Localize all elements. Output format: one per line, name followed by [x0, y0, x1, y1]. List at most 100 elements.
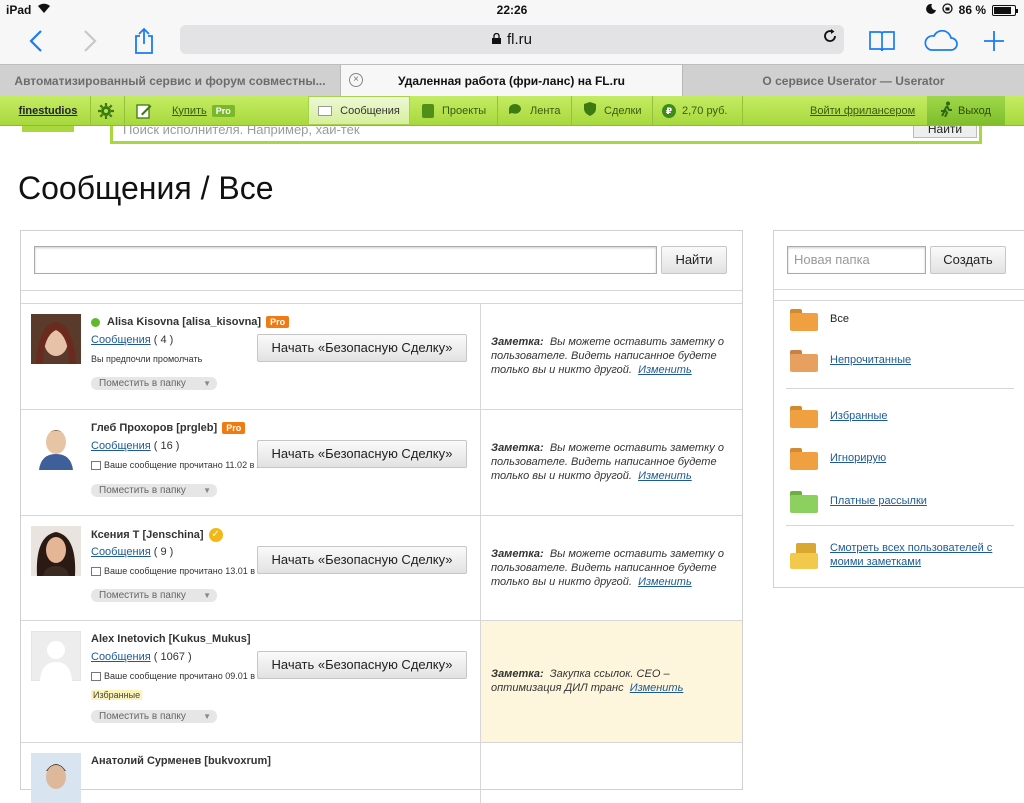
- status-text: Ваше сообщение прочитано 13.01 в 16:47: [104, 566, 281, 576]
- user-name[interactable]: Анатолий Сурменев [bukvoxrum]: [91, 755, 271, 767]
- nav-projects[interactable]: Проекты: [422, 96, 486, 125]
- nav-deals[interactable]: Сделки: [584, 96, 642, 125]
- balance[interactable]: ₽ 2,70 руб.: [662, 96, 727, 125]
- note-cell: Заметка: Вы можете оставить заметку о по…: [481, 516, 742, 620]
- move-to-folder-dropdown[interactable]: Поместить в папку ▼: [91, 484, 217, 497]
- ruble-icon: ₽: [662, 103, 676, 118]
- verified-check-icon: ✓: [208, 528, 223, 542]
- nav-messages[interactable]: Сообщения: [308, 96, 410, 125]
- buy-pro-link[interactable]: Купить Pro: [172, 96, 235, 125]
- messages-link[interactable]: Сообщения: [91, 440, 151, 452]
- message-row: Глеб Прохоров [prgleb] Pro Сообщения ( 1…: [21, 410, 742, 516]
- tab-2-active[interactable]: × Удаленная работа (фри-ланс) на FL.ru: [341, 65, 683, 97]
- messages-link[interactable]: Сообщения: [91, 546, 151, 558]
- move-to-folder-dropdown[interactable]: Поместить в папку ▼: [91, 710, 217, 723]
- safe-deal-button[interactable]: Начать «Безопасную Сделку»: [257, 546, 467, 574]
- back-button[interactable]: [18, 24, 54, 58]
- edit-note-link[interactable]: Изменить: [630, 682, 684, 694]
- balance-value: 2,70 руб.: [682, 104, 728, 117]
- avatar[interactable]: [31, 526, 81, 576]
- rotation-lock-icon: [941, 3, 953, 17]
- user-name[interactable]: Alisa Kisovna [alisa_kisovna] Pro: [91, 316, 290, 328]
- messages-link[interactable]: Сообщения: [91, 651, 151, 663]
- envelope-icon: [318, 105, 333, 116]
- site-toolbar: finestudios Купить Pro Сообщения Проекты…: [0, 96, 1024, 126]
- move-to-folder-dropdown[interactable]: Поместить в папку ▼: [91, 377, 217, 390]
- message-row: Alex Inetovich [Kukus_Mukus] Сообщения (…: [21, 621, 742, 743]
- note-label: Заметка:: [491, 442, 544, 454]
- freelancer-login-label: Войти фрилансером: [810, 104, 916, 117]
- folder-icon: [790, 307, 818, 331]
- status-text: Ваше сообщение прочитано 09.01 в 22:23: [104, 671, 281, 681]
- tab-3[interactable]: О сервисе Userator — Userator: [683, 65, 1024, 97]
- message-count: Сообщения ( 4 ): [91, 334, 173, 346]
- forward-button[interactable]: [72, 24, 108, 58]
- avatar[interactable]: [31, 753, 81, 803]
- icloud-tabs-button[interactable]: [920, 24, 962, 58]
- folder-favorites[interactable]: Избранные: [790, 404, 888, 428]
- messages-link[interactable]: Сообщения: [91, 334, 151, 346]
- pro-badge: Pro: [222, 422, 246, 434]
- note: Заметка: Закупка ссылок. СЕО – оптимизац…: [491, 667, 734, 695]
- note-cell: Заметка: Закупка ссылок. СЕО – оптимизац…: [481, 621, 742, 742]
- avatar[interactable]: [31, 314, 81, 364]
- folder-unread[interactable]: Непрочитанные: [790, 348, 911, 372]
- folder-all[interactable]: Все: [790, 307, 849, 331]
- count-text: ( 4 ): [153, 334, 174, 346]
- messages-panel: Найти Alisa Kisovna [alisa_kisovna] Pro …: [20, 230, 743, 803]
- freelancer-login-link[interactable]: Войти фрилансером: [810, 96, 915, 125]
- settings-gear-icon[interactable]: [98, 96, 116, 125]
- safe-deal-button[interactable]: Начать «Безопасную Сделку»: [257, 440, 467, 468]
- message-status: Вы предпочли промолчать: [91, 354, 202, 364]
- edit-note-link[interactable]: Изменить: [638, 576, 692, 588]
- avatar[interactable]: [31, 420, 81, 470]
- envelope-open-icon: [91, 671, 101, 681]
- folder-icon: [790, 404, 818, 428]
- user-name[interactable]: Ксения Т [Jenschina] ✓: [91, 528, 223, 542]
- message-row-main: Анатолий Сурменев [bukvoxrum]: [21, 743, 481, 803]
- battery-percent: 86 %: [958, 3, 986, 17]
- url-text: fl.ru: [506, 31, 532, 48]
- folder-tag: Избранные: [91, 690, 143, 700]
- close-tab-icon[interactable]: ×: [349, 73, 363, 87]
- edit-note-link[interactable]: Изменить: [638, 364, 692, 376]
- folder-select-label: Поместить в папку: [99, 711, 186, 722]
- new-folder-input[interactable]: Новая папка: [787, 246, 926, 274]
- note-cell: Заметка: Вы можете оставить заметку о по…: [481, 410, 742, 515]
- message-search-input[interactable]: [34, 246, 657, 274]
- new-tab-button[interactable]: [976, 24, 1012, 58]
- feed-icon: [508, 103, 522, 118]
- message-row: Анатолий Сурменев [bukvoxrum]: [21, 743, 742, 803]
- safe-deal-button[interactable]: Начать «Безопасную Сделку»: [257, 651, 467, 679]
- logout-button[interactable]: Выход: [927, 96, 1005, 125]
- nav-feed[interactable]: Лента: [508, 96, 560, 125]
- folder-paid-mailings[interactable]: Платные рассылки: [790, 489, 927, 513]
- avatar-placeholder[interactable]: [31, 631, 81, 681]
- user-name[interactable]: Глеб Прохоров [prgleb] Pro: [91, 422, 246, 434]
- create-folder-button[interactable]: Создать: [930, 246, 1006, 274]
- buy-label: Купить: [172, 104, 207, 117]
- message-search-button[interactable]: Найти: [661, 246, 727, 274]
- edit-note-link[interactable]: Изменить: [638, 470, 692, 482]
- folder-ignored[interactable]: Игнорирую: [790, 446, 886, 470]
- reload-icon[interactable]: [822, 28, 838, 49]
- tab-2-title: Удаленная работа (фри-ланс) на FL.ru: [398, 74, 625, 88]
- browser-toolbar: fl.ru: [0, 20, 1024, 64]
- users-with-notes-link[interactable]: Смотреть всех пользователей с моими заме…: [790, 541, 1010, 569]
- folder-all-label: Все: [830, 313, 849, 325]
- folder-select-label: Поместить в папку: [99, 378, 186, 389]
- share-button[interactable]: [126, 24, 162, 58]
- edit-profile-icon[interactable]: [136, 96, 154, 125]
- safe-deal-button[interactable]: Начать «Безопасную Сделку»: [257, 334, 467, 362]
- user-name-text: Alisa Kisovna [alisa_kisovna]: [107, 316, 262, 328]
- folder-favorites-label: Избранные: [830, 410, 888, 422]
- folder-ignored-label: Игнорирую: [830, 452, 887, 464]
- user-name[interactable]: Alex Inetovich [Kukus_Mukus]: [91, 633, 251, 645]
- notes-stack-icon: [790, 543, 818, 569]
- note: Заметка: Вы можете оставить заметку о по…: [491, 441, 734, 483]
- bookmarks-button[interactable]: [864, 24, 900, 58]
- tab-1[interactable]: Автоматизированный сервис и форум совмес…: [0, 65, 341, 97]
- address-bar[interactable]: fl.ru: [180, 25, 844, 54]
- move-to-folder-dropdown[interactable]: Поместить в папку ▼: [91, 589, 217, 602]
- account-name[interactable]: finestudios: [8, 96, 88, 125]
